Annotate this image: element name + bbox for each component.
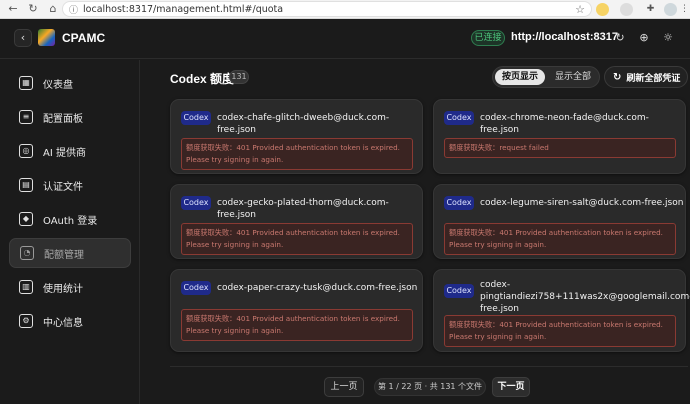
file-icon: ▤ bbox=[19, 178, 33, 192]
sidebar-item-label: 仪表盘 bbox=[43, 79, 73, 91]
provider-tag: Codex bbox=[444, 111, 474, 125]
provider-tag: Codex bbox=[181, 196, 211, 210]
sidebar-item-quota[interactable]: ◔ 配额管理 bbox=[9, 238, 131, 268]
address-bar[interactable]: ⓘ localhost:8317/management.html#/quota … bbox=[62, 1, 592, 17]
refresh-all-label: 刷新全部凭证 bbox=[626, 73, 681, 84]
quota-card: Codex codex-pingtiandiezi758+111was2x@go… bbox=[433, 269, 690, 352]
home-icon[interactable]: ⌂ bbox=[46, 2, 60, 16]
extension-icon[interactable] bbox=[596, 3, 609, 16]
sidebar-item-usage-stats[interactable]: ▥ 使用统计 bbox=[9, 272, 131, 302]
server-url: http://localhost:8317 bbox=[511, 31, 618, 43]
provider-tag: Codex bbox=[444, 284, 474, 298]
page-title: Codex 额度 bbox=[170, 72, 235, 86]
shield-icon: ◆ bbox=[19, 212, 33, 226]
next-page-button[interactable]: 下一页 bbox=[492, 377, 530, 397]
view-mode-toggle: 按页显示 显示全部 bbox=[492, 66, 600, 88]
browser-toolbar: ← ↻ ⌂ ⓘ localhost:8317/management.html#/… bbox=[0, 0, 690, 19]
quota-card: Codex codex-paper-crazy-tusk@duck.com-fr… bbox=[170, 269, 423, 352]
provider-tag: Codex bbox=[444, 196, 474, 210]
chart-icon: ▥ bbox=[19, 280, 33, 294]
url-text: localhost:8317/management.html#/quota bbox=[83, 3, 284, 15]
bot-icon: ◎ bbox=[19, 144, 33, 158]
error-message: 额度获取失败：401 Provided authentication token… bbox=[444, 315, 676, 347]
sidebar-item-label: AI 提供商 bbox=[43, 147, 86, 159]
quota-card: Codex codex-chafe-glitch-dweeb@duck.com-… bbox=[170, 99, 423, 174]
dashboard-icon: ▦ bbox=[19, 76, 33, 90]
prev-page-button[interactable]: 上一页 bbox=[324, 377, 364, 397]
sidebar-item-config[interactable]: ≡ 配置面板 bbox=[9, 102, 131, 132]
app-logo bbox=[38, 29, 55, 46]
auth-file-name: codex-chafe-glitch-dweeb@duck.com-free.j… bbox=[217, 113, 390, 135]
sidebar-item-oauth-login[interactable]: ◆ OAuth 登录 bbox=[9, 204, 131, 234]
reload-icon[interactable]: ↻ bbox=[26, 2, 40, 16]
gauge-icon: ◔ bbox=[20, 246, 34, 260]
pagination-divider bbox=[170, 366, 688, 367]
sidebar-item-ai-providers[interactable]: ◎ AI 提供商 bbox=[9, 136, 131, 166]
auth-file-name: codex-chrome-neon-fade@duck.com-free.jso… bbox=[480, 113, 649, 135]
error-message: 额度获取失败：401 Provided authentication token… bbox=[181, 309, 413, 341]
app-header: ‹ CPAMC 已连接 http://localhost:8317 ↻ ⊕ ☼ bbox=[0, 19, 690, 59]
error-message: 额度获取失败：401 Provided authentication token… bbox=[181, 138, 413, 170]
file-count-badge: 131 bbox=[229, 70, 249, 84]
page-info: 第 1 / 22 页 · 共 131 个文件 bbox=[374, 378, 486, 396]
paged-view-button[interactable]: 按页显示 bbox=[495, 69, 545, 85]
quota-card: Codex codex-gecko-plated-thorn@duck.com-… bbox=[170, 184, 423, 259]
back-arrow-icon[interactable]: ← bbox=[6, 2, 20, 16]
error-message: 额度获取失败：401 Provided authentication token… bbox=[181, 223, 413, 255]
extensions-puzzle-icon[interactable]: ✚ bbox=[644, 3, 657, 16]
refresh-icon: ↻ bbox=[613, 71, 622, 83]
refresh-all-button[interactable]: ↻ 刷新全部凭证 bbox=[604, 66, 688, 88]
error-message: 额度获取失败：request failed bbox=[444, 138, 676, 158]
sidebar-item-label: 认证文件 bbox=[43, 181, 83, 193]
sidebar: ▦ 仪表盘 ≡ 配置面板 ◎ AI 提供商 ▤ 认证文件 ◆ OAuth 登录 … bbox=[0, 60, 140, 404]
extension-icon[interactable] bbox=[620, 3, 633, 16]
auth-file-name: codex-legume-siren-salt@duck.com-free.js… bbox=[480, 198, 684, 208]
sidebar-item-label: 使用统计 bbox=[43, 283, 83, 295]
sidebar-item-auth-files[interactable]: ▤ 认证文件 bbox=[9, 170, 131, 200]
auth-file-name: codex-pingtiandiezi758+111was2x@googlema… bbox=[480, 280, 690, 314]
sidebar-item-dashboard[interactable]: ▦ 仪表盘 bbox=[9, 68, 131, 98]
quota-card: Codex codex-chrome-neon-fade@duck.com-fr… bbox=[433, 99, 686, 174]
auth-file-name: codex-gecko-plated-thorn@duck.com-free.j… bbox=[217, 198, 389, 220]
auth-file-name: codex-paper-crazy-tusk@duck.com-free.jso… bbox=[217, 283, 418, 293]
show-all-button[interactable]: 显示全部 bbox=[549, 69, 597, 85]
refresh-icon[interactable]: ↻ bbox=[613, 31, 627, 45]
sidebar-item-label: 配额管理 bbox=[44, 249, 84, 261]
sidebar-item-label: 配置面板 bbox=[43, 113, 83, 125]
sidebar-item-center-info[interactable]: ⚙ 中心信息 bbox=[9, 306, 131, 336]
provider-tag: Codex bbox=[181, 281, 211, 295]
site-info-icon[interactable]: ⓘ bbox=[69, 3, 78, 16]
app-title: CPAMC bbox=[62, 31, 106, 45]
info-icon: ⚙ bbox=[19, 314, 33, 328]
provider-tag: Codex bbox=[181, 111, 211, 125]
sidebar-item-label: 中心信息 bbox=[43, 317, 83, 329]
bookmark-star-icon[interactable]: ☆ bbox=[575, 3, 585, 16]
more-menu-icon[interactable]: ⋮ bbox=[678, 3, 690, 16]
quota-card: Codex codex-legume-siren-salt@duck.com-f… bbox=[433, 184, 686, 259]
profile-avatar-icon[interactable] bbox=[664, 3, 677, 16]
connection-status-badge: 已连接 bbox=[471, 30, 505, 46]
sidebar-item-label: OAuth 登录 bbox=[43, 215, 98, 227]
error-message: 额度获取失败：401 Provided authentication token… bbox=[444, 223, 676, 255]
theme-toggle-icon[interactable]: ☼ bbox=[661, 31, 675, 45]
sliders-icon: ≡ bbox=[19, 110, 33, 124]
sidebar-collapse-button[interactable]: ‹ bbox=[14, 29, 32, 47]
language-globe-icon[interactable]: ⊕ bbox=[637, 31, 651, 45]
